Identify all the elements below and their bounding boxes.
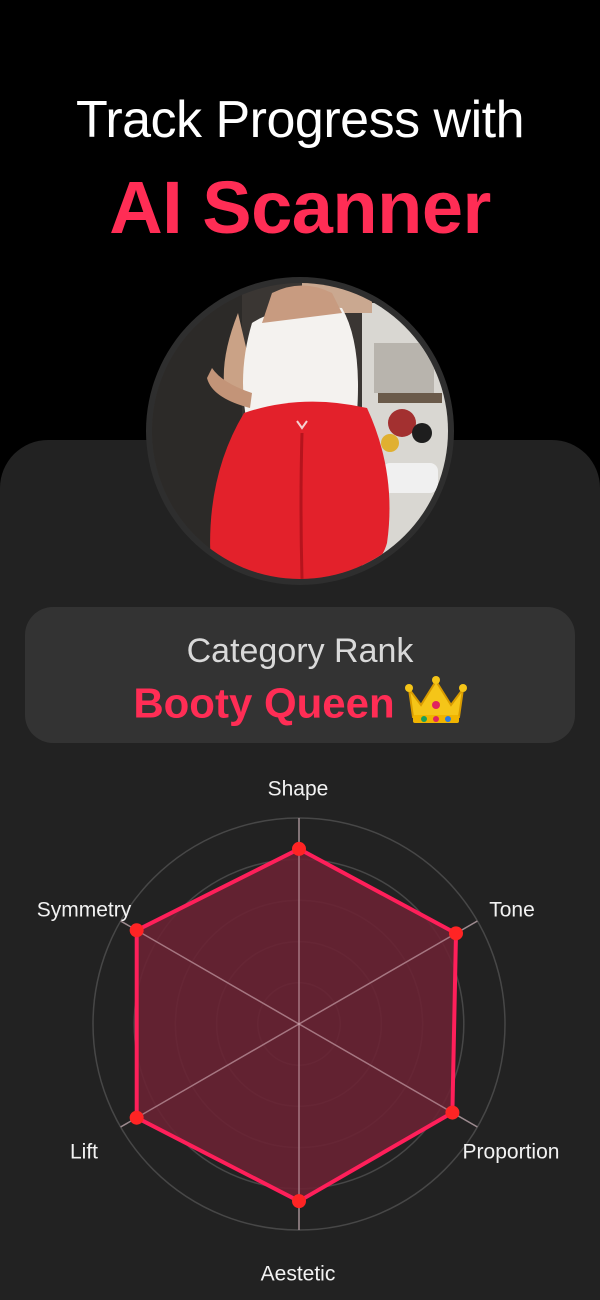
rank-card: Category Rank Booty Queen (25, 607, 575, 743)
radar-point-proportion (445, 1105, 460, 1120)
radar-point-lift (129, 1110, 144, 1125)
rank-value: Booty Queen (133, 679, 395, 727)
rank-value-row: Booty Queen (25, 675, 575, 738)
axis-label-tone: Tone (489, 899, 535, 922)
axis-label-shape: Shape (268, 778, 329, 801)
rank-title: Category Rank (186, 632, 414, 670)
progress-photo[interactable] (152, 283, 448, 579)
radar-point-aestetic (292, 1194, 306, 1209)
axis-label-aestetic: Aestetic (261, 1263, 336, 1286)
crown-icon (404, 675, 467, 738)
radar-chart: Shape Tone Proportion Aestetic Lift Symmetry (37, 778, 560, 1286)
radar-point-shape (292, 841, 306, 856)
axis-label-proportion: Proportion (463, 1141, 560, 1164)
headline: Track Progress with (75, 91, 525, 149)
radar-point-symmetry (129, 923, 144, 938)
photo-illustration (152, 283, 448, 579)
axis-label-lift: Lift (70, 1141, 98, 1164)
radar-point-tone (448, 926, 463, 941)
axis-label-symmetry: Symmetry (37, 899, 132, 922)
headline-accent: AI Scanner (109, 166, 491, 249)
